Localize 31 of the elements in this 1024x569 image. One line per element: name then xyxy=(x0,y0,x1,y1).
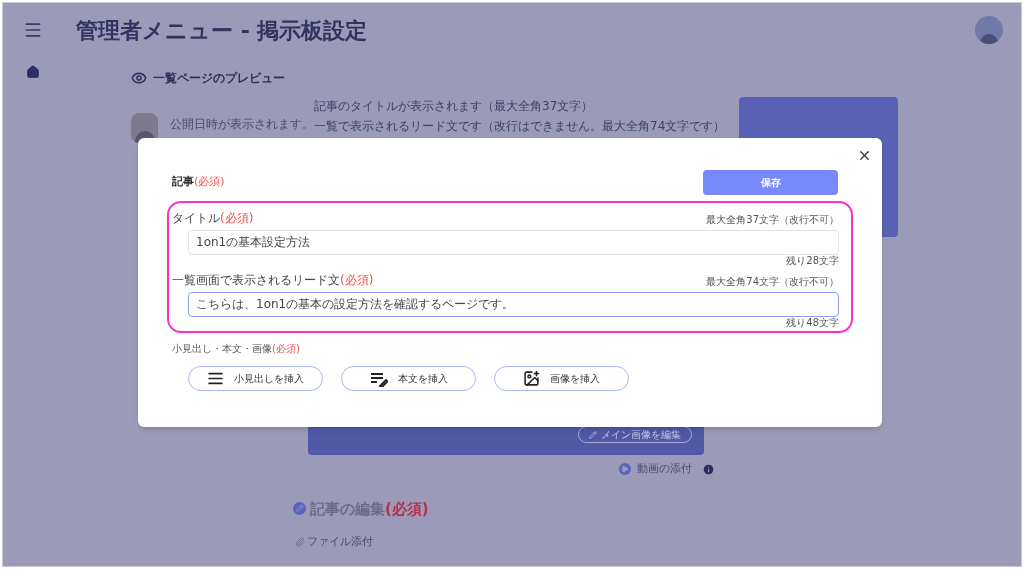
text-pen-icon xyxy=(369,370,388,387)
pencil-circle-icon xyxy=(293,502,306,516)
menu-icon[interactable] xyxy=(23,20,43,40)
content-label: 小見出し・本文・画像(必須) xyxy=(172,342,301,356)
close-button[interactable] xyxy=(857,148,872,163)
remaining-count: 残り28文字 xyxy=(786,255,839,267)
field-label: 一覧画面で表示されるリード文(必須) xyxy=(172,272,374,289)
dialog-title: 記事(必須) xyxy=(172,174,225,191)
user-avatar[interactable] xyxy=(975,16,1003,44)
attachment-label: ファイル添付 xyxy=(307,534,373,550)
lines-icon xyxy=(207,370,224,387)
text-field[interactable]: 1on1の基本設定方法 xyxy=(188,230,839,255)
text-field[interactable]: こちらは、1on1の基本の設定方法を確認するページです。 xyxy=(188,292,839,317)
preview-title: 記事のタイトルが表示されます（最大全角37文字） xyxy=(314,98,595,115)
remaining-count: 残り48文字 xyxy=(786,317,839,329)
limit-hint: 最大全角74文字（改行不可） xyxy=(706,275,839,289)
page-title: 管理者メニュー - 掲示板設定 xyxy=(76,16,368,45)
eye-icon xyxy=(131,70,147,86)
pencil-icon xyxy=(589,430,597,439)
video-label: 動画の添付 xyxy=(637,461,692,477)
limit-hint: 最大全角37文字（改行不可） xyxy=(706,213,839,227)
publish-date: 公開日時が表示されます。 xyxy=(170,116,314,133)
author-avatar xyxy=(131,113,158,143)
paperclip-icon xyxy=(295,537,305,548)
preview-label: 一覧ページのプレビュー xyxy=(153,70,285,87)
image-plus-icon xyxy=(523,370,540,387)
preview-lead: 一覧で表示されるリード文です（改行はできません。最大全角74文字です） xyxy=(314,119,727,133)
field-label: タイトル(必須) xyxy=(172,210,254,227)
home-icon[interactable] xyxy=(26,65,40,79)
info-icon[interactable] xyxy=(702,462,715,476)
play-icon xyxy=(619,463,631,476)
